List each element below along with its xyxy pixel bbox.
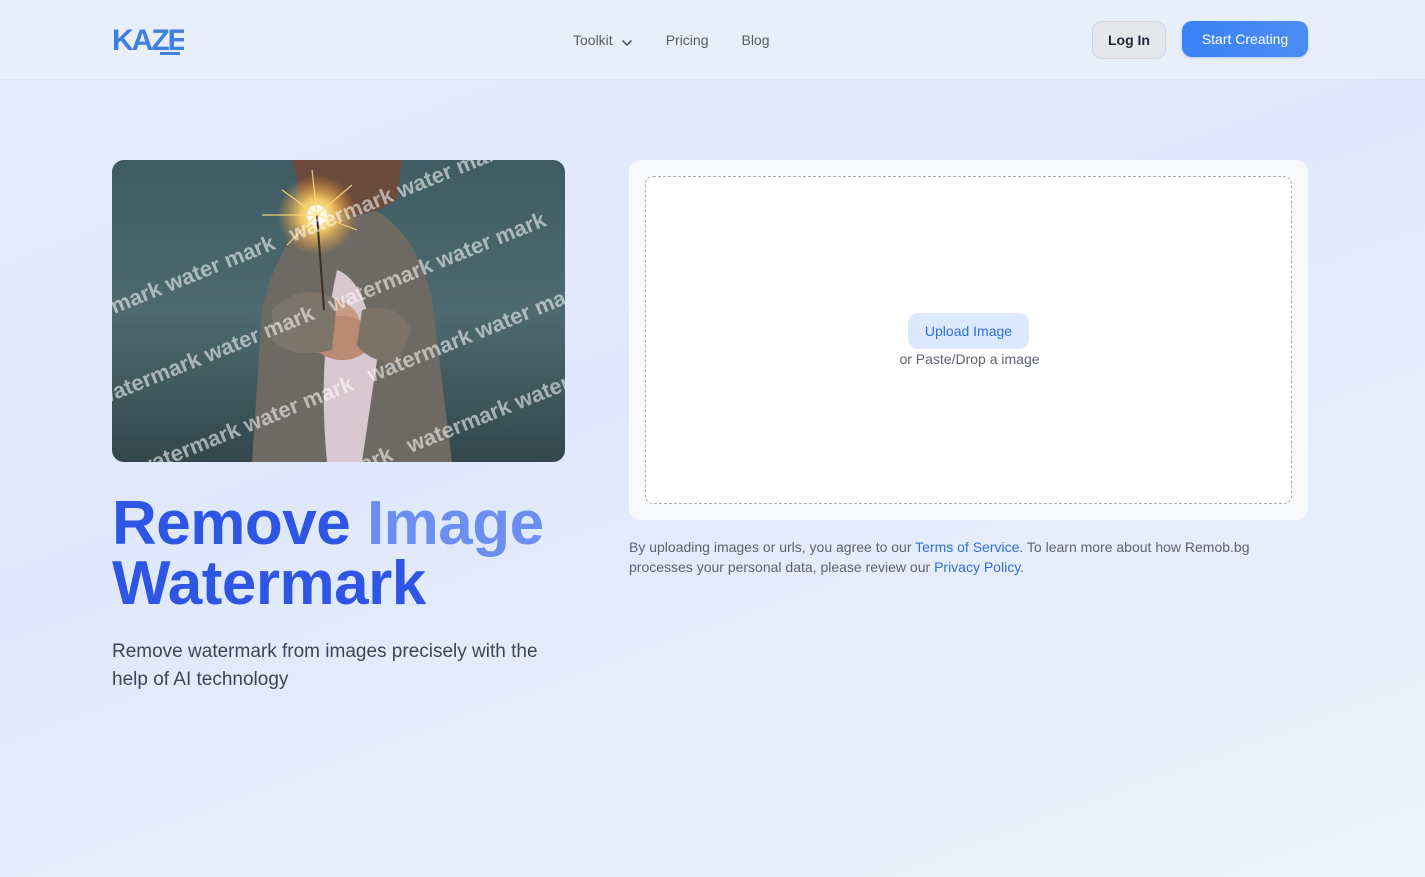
page-subtitle: Remove watermark from images precisely w… (112, 641, 538, 690)
privacy-policy-link[interactable]: Privacy Policy (934, 559, 1020, 575)
title-word-watermark: Watermark (112, 549, 426, 618)
title-word-image: Image (366, 489, 544, 558)
kaze-logo[interactable]: KAZE (112, 22, 189, 57)
svg-text:KAZE: KAZE (112, 24, 184, 56)
drop-hint-text: or Paste/Drop a image (899, 351, 1040, 367)
nav-toolkit-label: Toolkit (573, 32, 613, 48)
main-nav: Toolkit Pricing Blog (573, 30, 770, 50)
nav-blog-label: Blog (741, 32, 770, 48)
site-header: KAZE Toolkit Pricing Blog Log In Start C… (0, 0, 1425, 80)
image-dropzone[interactable]: Upload Image or Paste/Drop a image (645, 176, 1292, 504)
title-word-remove: Remove (112, 489, 351, 558)
terms-of-service-link[interactable]: Terms of Service (915, 539, 1019, 555)
nav-blog[interactable]: Blog (741, 30, 769, 50)
nav-toolkit[interactable]: Toolkit (573, 30, 633, 50)
upload-image-button[interactable]: Upload Image (908, 313, 1029, 349)
page-title: Remove Image Watermark (112, 493, 582, 615)
terms-notice: By uploading images or urls, you agree t… (629, 537, 1299, 577)
nav-pricing[interactable]: Pricing (666, 30, 709, 50)
chevron-down-icon (621, 34, 633, 46)
terms-text-after: . (1020, 559, 1025, 575)
upload-card: Upload Image or Paste/Drop a image (629, 160, 1308, 520)
nav-pricing-label: Pricing (665, 32, 709, 48)
login-button[interactable]: Log In (1092, 21, 1166, 59)
terms-text-before: By uploading images or urls, you agree t… (629, 539, 916, 555)
hero-example-image: watermark water mark watermark water mar… (112, 160, 565, 462)
start-creating-button[interactable]: Start Creating (1182, 21, 1308, 57)
